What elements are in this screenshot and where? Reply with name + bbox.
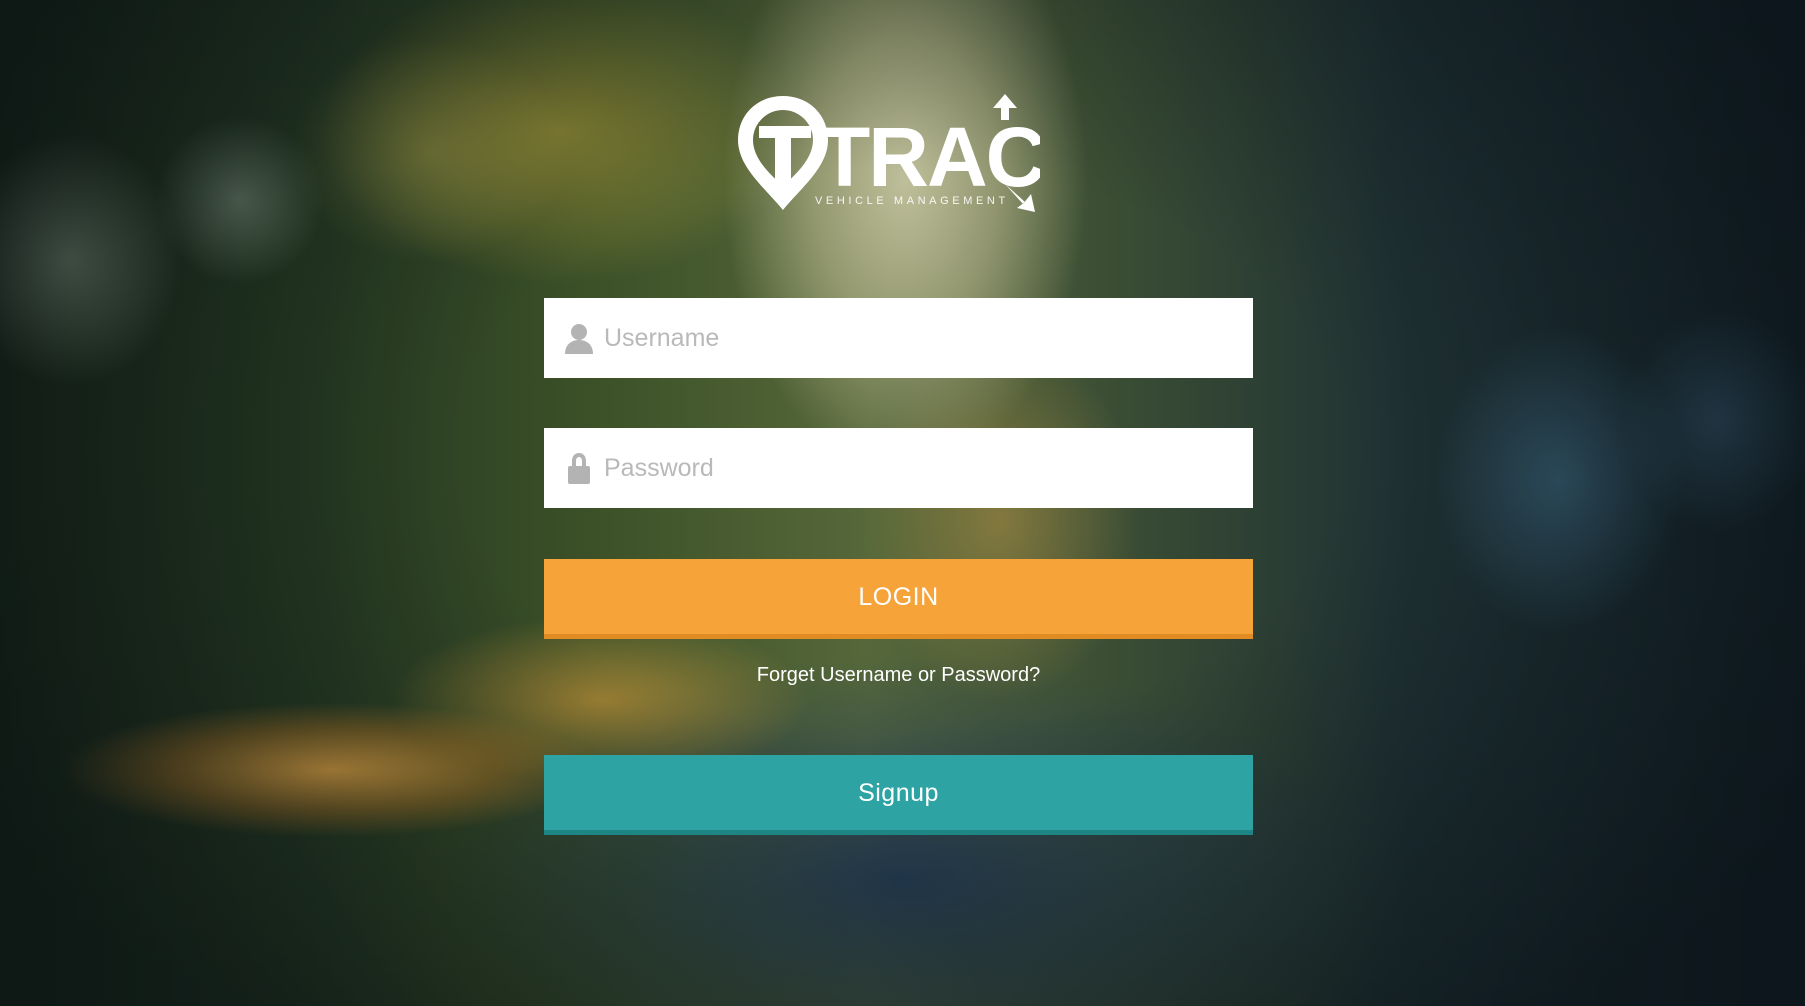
logo-tagline: VEHICLE MANAGEMENT	[815, 195, 1009, 207]
track-logo: TRACK VEHICLE MANAGEMENT	[735, 90, 1040, 220]
password-field[interactable]	[544, 428, 1253, 508]
password-input[interactable]	[604, 428, 1234, 508]
username-input[interactable]	[604, 298, 1234, 378]
forgot-credentials-link[interactable]: Forget Username or Password?	[544, 664, 1253, 687]
user-icon	[562, 321, 596, 355]
lock-icon	[562, 451, 596, 485]
signup-button[interactable]: Signup	[544, 755, 1253, 835]
username-field[interactable]	[544, 298, 1253, 378]
map-pin-icon	[738, 96, 828, 210]
logo-wordmark: TRACK	[819, 110, 1040, 204]
login-button[interactable]: LOGIN	[544, 559, 1253, 639]
